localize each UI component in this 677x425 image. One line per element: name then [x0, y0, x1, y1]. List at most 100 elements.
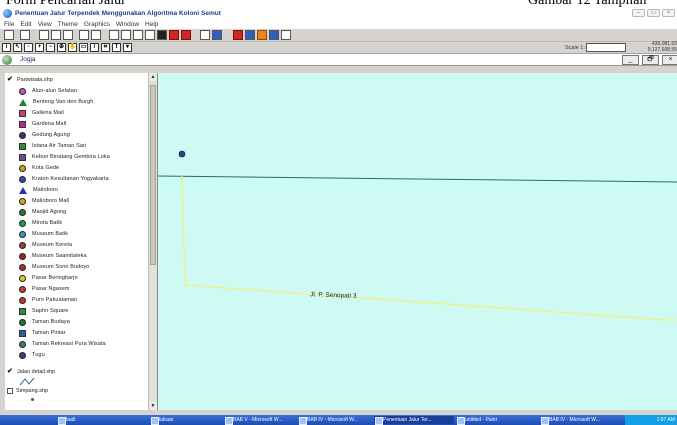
clear-route-button[interactable]: [257, 30, 267, 40]
zoom-full-button[interactable]: [109, 30, 119, 40]
tool-toolbar: i ↖ ▫ + − ⊕ ✋ ▭ / ⌗ T ▾ Scale 1: 430,081…: [0, 41, 677, 54]
circle-symbol-icon: [19, 87, 26, 95]
view-close-button[interactable]: ×: [662, 55, 677, 65]
hotlink-icon[interactable]: /: [90, 43, 99, 52]
triangle-symbol-icon: [19, 98, 27, 106]
square-symbol-icon: [19, 329, 26, 337]
legend-item-label: Taman Pintar: [32, 330, 66, 336]
help-tool-button[interactable]: [281, 30, 291, 40]
menu-theme[interactable]: Theme: [58, 21, 78, 28]
taskbar-item[interactable]: BAB V - Microsoft W...: [224, 416, 296, 425]
legend-item: Museum Saamitaleka: [19, 252, 87, 260]
measure-icon[interactable]: ▭: [79, 43, 88, 52]
document-header-left: Form Pencarian Jalur: [6, 0, 126, 8]
circle-symbol-icon: [19, 197, 26, 205]
circle-symbol-icon: [19, 274, 26, 282]
scroll-thumb[interactable]: [150, 85, 156, 265]
route-button[interactable]: [245, 30, 255, 40]
circle-symbol-icon: [19, 318, 26, 326]
pointer-icon[interactable]: ↖: [13, 43, 22, 52]
taskbar-item-active[interactable]: Penentuan Jalur Ter...: [374, 416, 454, 425]
view-minimize-button[interactable]: _: [622, 55, 639, 65]
vertex-icon[interactable]: ▫: [24, 43, 33, 52]
legend-item-label: Benteng Van den Burgh: [33, 99, 94, 105]
taskbar-item[interactable]: budi: [57, 416, 115, 425]
theme-label: Simpang.shp: [16, 388, 49, 394]
menu-graphics[interactable]: Graphics: [84, 21, 110, 28]
zoom-active-button[interactable]: [121, 30, 131, 40]
menu-view[interactable]: View: [38, 21, 52, 28]
theme-properties-button[interactable]: [39, 30, 49, 40]
text-icon[interactable]: T: [112, 43, 121, 52]
legend-item: Mirota Batik: [19, 219, 62, 227]
legend-item-label: Taman Rekreasi Pura Wisata: [32, 341, 106, 347]
add-theme-button[interactable]: [20, 30, 30, 40]
checkmark-icon[interactable]: ✔: [7, 76, 14, 83]
legend-item-label: Tugu: [32, 352, 45, 358]
legend-item: Kota Gede: [19, 164, 59, 172]
globe-icon: [3, 9, 12, 18]
taskbar-item[interactable]: tulisan: [150, 416, 210, 425]
hide-legend-button[interactable]: [63, 30, 73, 40]
view-name: Jogja: [20, 56, 36, 63]
close-button[interactable]: ×: [662, 9, 675, 17]
checkmark-icon[interactable]: ✔: [7, 368, 14, 375]
zoom-in-button[interactable]: [145, 30, 155, 40]
view-restore-button[interactable]: 🗗: [642, 55, 659, 65]
find-button[interactable]: [91, 30, 101, 40]
theme-simpang[interactable]: Simpang.shp: [7, 388, 48, 394]
ant-colony-button[interactable]: [233, 30, 243, 40]
zoom-in-icon[interactable]: +: [35, 43, 44, 52]
save-project-button[interactable]: [4, 30, 14, 40]
legend-item: Kebun Binatang Gembira Loka: [19, 153, 110, 161]
window-title: Penentuan Jalur Terpendek Menggunakan Al…: [15, 10, 221, 17]
menu-window[interactable]: Window: [116, 21, 139, 28]
square-symbol-icon: [19, 142, 26, 150]
taskbar-item[interactable]: BAB IV - Microsoft W...: [540, 416, 620, 425]
menu-file[interactable]: File: [4, 21, 14, 28]
circle-symbol-icon: [19, 164, 26, 172]
circle-symbol-icon: [19, 263, 26, 271]
map-canvas[interactable]: Jl. P. Senopati 3: [158, 73, 677, 410]
legend-item-label: Museum Batik: [32, 231, 69, 237]
circle-symbol-icon: [19, 340, 26, 348]
identify-icon[interactable]: i: [2, 43, 11, 52]
zoom-selected-button[interactable]: [133, 30, 143, 40]
select-feature-button[interactable]: [169, 30, 179, 40]
legend-scrollbar[interactable]: ▲ ▼: [148, 73, 157, 410]
legend-item-label: Taman Budaya: [32, 319, 70, 325]
checkbox[interactable]: [7, 388, 13, 394]
scroll-up-icon[interactable]: ▲: [149, 73, 157, 81]
locate-address-button[interactable]: [212, 30, 222, 40]
taskbar: budi tulisan BAB V - Microsoft W... BAB …: [0, 415, 677, 425]
open-table-button[interactable]: [79, 30, 89, 40]
zoom-out-button[interactable]: [157, 30, 167, 40]
theme-label: Jalan detail.shp: [17, 368, 56, 375]
circle-symbol-icon: [19, 175, 26, 183]
taskbar-item[interactable]: untitled - Paint: [456, 416, 528, 425]
legend-item: Masjid Agung: [19, 208, 66, 216]
menu-edit[interactable]: Edit: [20, 21, 31, 28]
scroll-down-icon[interactable]: ▼: [149, 402, 157, 410]
zoom-out-icon[interactable]: −: [46, 43, 55, 52]
legend-item: Malioboro Mall: [19, 197, 69, 205]
search-path-button[interactable]: [269, 30, 279, 40]
maximize-button[interactable]: ▭: [647, 9, 660, 17]
tugu-marker-icon[interactable]: [178, 150, 186, 158]
document-header: Form Pencarian Jalur Gambar 12 Tampilan: [0, 0, 677, 8]
theme-pariwisata[interactable]: ✔ Pariwisata.shp: [7, 76, 53, 83]
edit-legend-button[interactable]: [51, 30, 61, 40]
scale-input[interactable]: [586, 43, 626, 52]
minimize-button[interactable]: –: [632, 9, 645, 17]
zoom-box-icon[interactable]: ⊕: [57, 43, 66, 52]
scale-label: Scale 1:: [565, 45, 585, 51]
query-builder-button[interactable]: [200, 30, 210, 40]
legend-item: Gardena Mall: [19, 120, 66, 128]
menu-help[interactable]: Help: [145, 21, 158, 28]
taskbar-item[interactable]: BAB IV - Microsoft W...: [298, 416, 372, 425]
draw-dropdown-icon[interactable]: ▾: [123, 43, 132, 52]
label-icon[interactable]: ⌗: [101, 43, 110, 52]
select-by-theme-button[interactable]: [181, 30, 191, 40]
pan-icon[interactable]: ✋: [68, 43, 77, 52]
theme-jalan[interactable]: ✔ Jalan detail.shp: [7, 368, 55, 375]
